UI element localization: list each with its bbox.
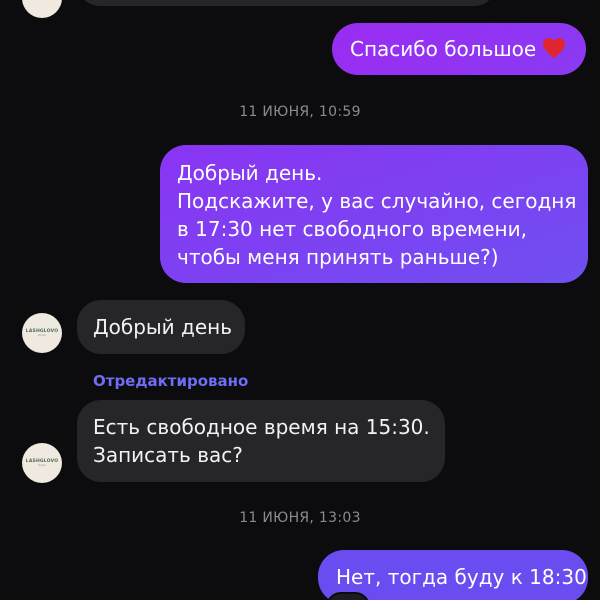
chat-thread: Спасибо большое 11 ИЮНЯ, 10:59 Добрый де… (0, 0, 600, 600)
message-line: Записать вас? (93, 443, 243, 467)
avatar-logo-sub: studio (38, 334, 46, 337)
message-text: Нет, тогда буду к 18:30 (336, 565, 587, 589)
incoming-message-partial[interactable] (77, 0, 497, 6)
avatar-partial (22, 0, 62, 18)
outgoing-message-question[interactable]: Добрый день. Подскажите, у вас случайно,… (160, 145, 588, 283)
message-line: в 17:30 нет свободного времени, (177, 217, 527, 241)
timestamp: 11 ИЮНЯ, 13:03 (239, 510, 361, 526)
message-text: Спасибо большое (350, 37, 537, 61)
edited-label: Отредактировано (93, 372, 249, 390)
avatar[interactable]: LASHGLOVO studio (22, 443, 62, 483)
incoming-message-greeting[interactable]: Добрый день (77, 300, 245, 354)
incoming-message-offer[interactable]: Есть свободное время на 15:30. Записать … (77, 400, 445, 482)
timestamp: 11 ИЮНЯ, 10:59 (239, 104, 361, 120)
message-line: чтобы меня принять раньше?) (177, 245, 499, 269)
message-line: Подскажите, у вас случайно, сегодня (177, 189, 577, 213)
avatar-logo-sub: studio (38, 464, 46, 467)
message-text: Добрый день (93, 315, 233, 339)
message-line: Есть свободное время на 15:30. (93, 415, 430, 439)
outgoing-message-thanks[interactable]: Спасибо большое (332, 23, 586, 75)
message-line: Добрый день. (177, 161, 323, 185)
heart-icon (542, 37, 566, 66)
avatar[interactable]: LASHGLOVO studio (22, 313, 62, 353)
